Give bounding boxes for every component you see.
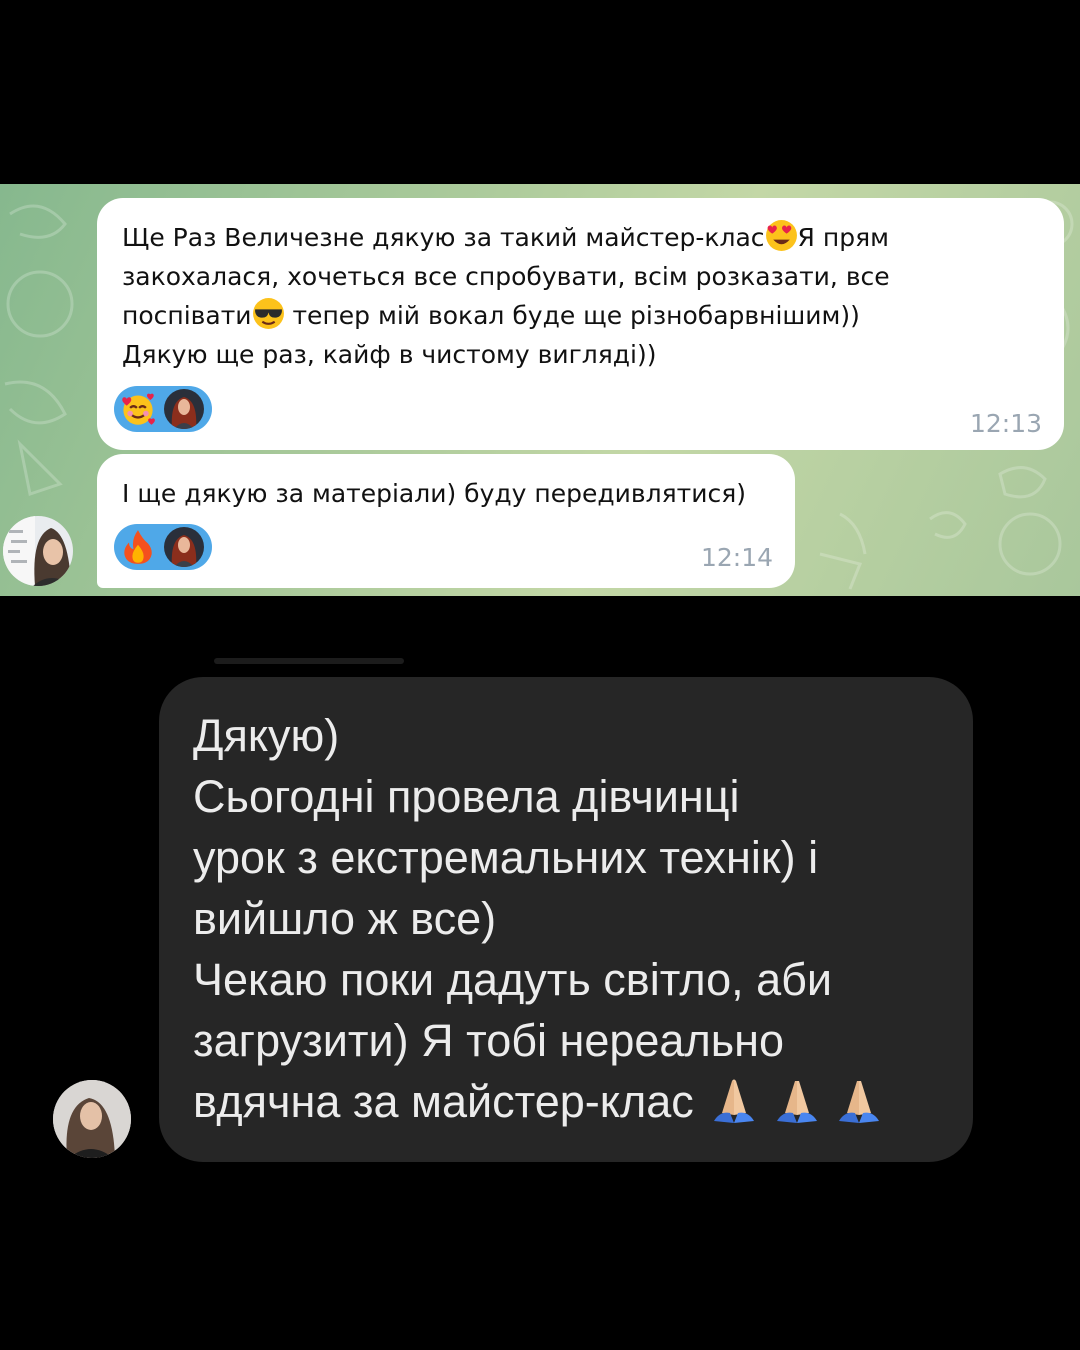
telegram-chat-screenshot: Ще Раз Величезне дякую за такий майстер-… xyxy=(0,184,1080,596)
heart-eyes-emoji-icon xyxy=(765,220,797,251)
folded-hands-icon xyxy=(714,1079,755,1123)
message-bubble[interactable]: Ще Раз Величезне дякую за такий майстер-… xyxy=(97,198,1064,450)
message-text: Ще Раз Величезне дякую за такий майстер-… xyxy=(122,218,1040,374)
message-timestamp: 12:14 xyxy=(700,543,773,572)
reactor-avatar xyxy=(164,527,204,567)
message-bubble[interactable]: І ще дякую за матеріали) буду передивлят… xyxy=(97,454,795,588)
sunglasses-emoji-icon xyxy=(252,298,284,329)
smiling-face-with-hearts-icon xyxy=(118,389,158,429)
folded-hands-icon xyxy=(776,1081,817,1123)
message-timestamp: 12:13 xyxy=(969,409,1042,438)
reactor-avatar xyxy=(164,389,204,429)
sender-avatar[interactable] xyxy=(3,516,73,586)
folded-hands-icon xyxy=(839,1081,880,1123)
fire-icon xyxy=(118,527,158,567)
reaction-pill[interactable] xyxy=(114,524,212,570)
previous-message-edge xyxy=(214,658,404,664)
message-text: Дякую) Сьогодні провела дівчинці урок з … xyxy=(193,710,833,1127)
message-bubble[interactable]: Дякую) Сьогодні провела дівчинці урок з … xyxy=(159,677,973,1162)
reaction-pill[interactable] xyxy=(114,386,212,432)
message-text: І ще дякую за матеріали) буду передивлят… xyxy=(122,479,746,508)
sender-avatar[interactable] xyxy=(53,1080,131,1158)
